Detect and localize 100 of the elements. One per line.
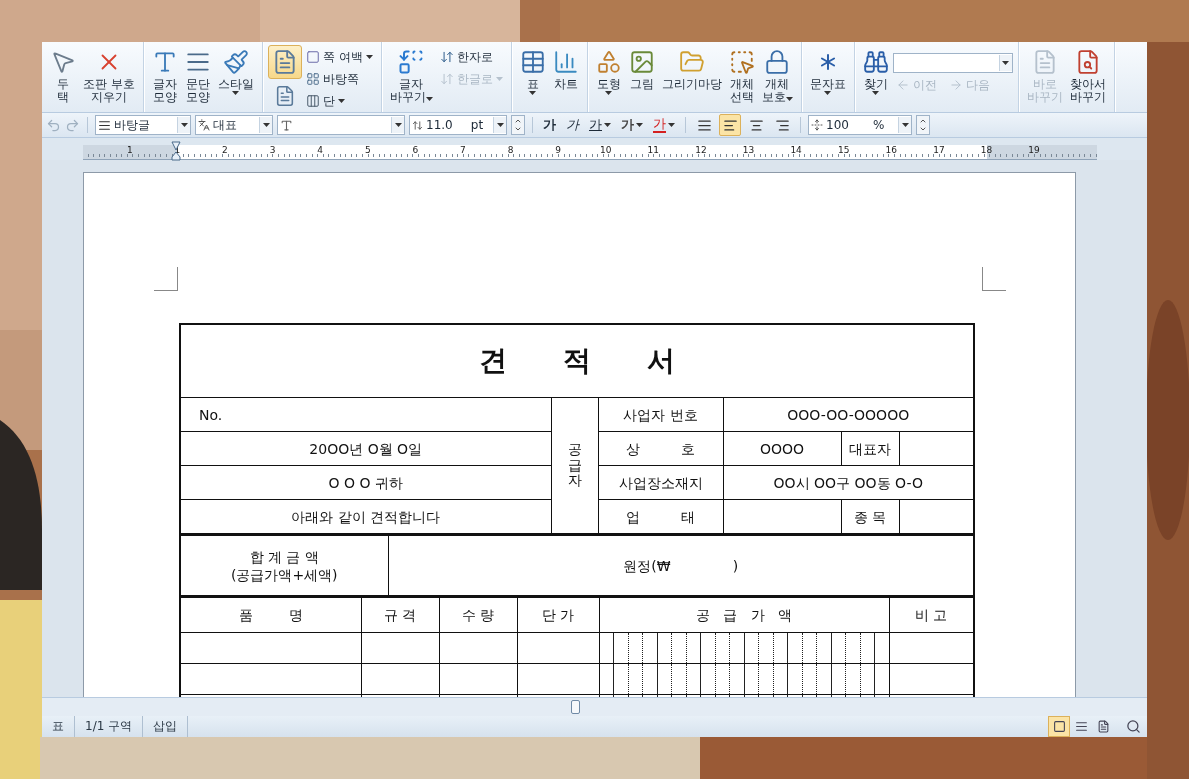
caret-icon <box>496 123 504 127</box>
corner-mark <box>154 267 178 291</box>
folder-icon <box>678 49 705 75</box>
table-cell: 사업자 번호 <box>598 397 723 432</box>
selection-icon <box>728 49 755 75</box>
ruler-number: 7 <box>460 145 466 157</box>
ruler-number: 3 <box>269 145 276 157</box>
ribbon-button[interactable]: 쪽 여백 <box>302 47 376 67</box>
column-header: 규 격 <box>361 597 439 633</box>
align-button[interactable] <box>719 114 741 136</box>
ribbon-button[interactable]: 찾아서 바꾸기 <box>1066 45 1109 105</box>
style-dropdown[interactable]: 바탕글 <box>95 115 191 135</box>
language-dropdown[interactable]: 대표 <box>195 115 273 135</box>
language-icon <box>198 119 210 131</box>
ribbon-button[interactable]: 한자로 <box>436 47 506 67</box>
ribbon-button[interactable]: 문자표 <box>806 45 849 96</box>
cursor-icon <box>50 49 76 75</box>
brush-icon <box>222 49 249 75</box>
ruler-number: 13 <box>742 145 755 157</box>
draft-view-icon <box>1074 720 1088 733</box>
ribbon-button[interactable]: 조판 부호 지우기 <box>80 45 138 105</box>
spinner[interactable] <box>916 115 930 135</box>
align-center-icon <box>748 117 764 133</box>
font-icon <box>280 118 293 132</box>
ruler-number: 1 <box>126 145 133 157</box>
ruler-number: 19 <box>1028 145 1040 157</box>
grid-icon <box>305 72 320 86</box>
ruler-number: 17 <box>933 145 945 157</box>
ribbon-button[interactable]: 글자 바꾸기 <box>386 45 436 105</box>
table-cell: OOOO <box>723 431 841 466</box>
format-button[interactable]: 가 <box>650 115 678 135</box>
columns-icon <box>305 94 320 108</box>
table-icon <box>519 49 546 75</box>
ribbon-button[interactable]: 찾기 <box>859 45 892 96</box>
format-button[interactable]: 가 <box>563 115 582 135</box>
lock-icon <box>764 49 791 75</box>
spinner[interactable] <box>511 115 525 135</box>
view-button[interactable] <box>1048 716 1070 737</box>
ribbon-button[interactable]: 표 <box>516 45 549 96</box>
ribbon-button[interactable]: 스타일 <box>214 45 257 96</box>
down-icon <box>514 125 522 133</box>
size-icon <box>412 119 423 131</box>
align-left-icon <box>722 117 738 133</box>
ruler-number: 10 <box>600 145 612 157</box>
status-item: 1/1 구역 <box>75 716 144 737</box>
swap-icon <box>439 50 454 64</box>
table-cell: No. <box>180 397 551 432</box>
table-cell: 사업장소재지 <box>598 465 723 500</box>
ribbon-button[interactable]: 바탕쪽 <box>302 69 376 89</box>
ruler-number: 2 <box>222 145 228 157</box>
page-layout-button[interactable] <box>267 45 302 79</box>
ribbon-button[interactable]: 단 <box>302 91 376 111</box>
column-header: 비 고 <box>889 597 974 633</box>
status-item: 표 <box>42 716 75 737</box>
ruler-number: 14 <box>790 145 802 157</box>
table-cell: 공급자 <box>551 397 598 534</box>
ribbon-button[interactable]: 차트 <box>549 45 582 92</box>
ribbon-button[interactable]: 도형 <box>592 45 625 96</box>
document-view-icon <box>1096 720 1110 733</box>
column-header: 품 명 <box>180 597 361 633</box>
up-icon <box>919 117 927 125</box>
justify-icon <box>696 117 712 133</box>
ruler-number: 9 <box>555 145 561 157</box>
ruler-number: 11 <box>647 145 660 157</box>
left-arrow-icon <box>895 78 910 92</box>
ruler-number: 6 <box>412 145 419 157</box>
up-icon <box>514 117 522 125</box>
shapes-icon <box>595 49 622 75</box>
caret-icon <box>180 123 188 127</box>
page-view-icon <box>1052 720 1066 733</box>
format-button[interactable]: 가 <box>586 115 614 135</box>
ribbon-button[interactable]: 글자 모양 <box>148 45 181 105</box>
ruler-number: 4 <box>317 145 324 157</box>
ruler-number: 16 <box>885 145 897 157</box>
format-button[interactable]: 가 <box>540 115 559 135</box>
zoom-icon[interactable] <box>1126 719 1141 734</box>
ribbon-button[interactable]: 그리기마당 <box>658 45 725 92</box>
table-cell: 합 계 금 액 (공급가액+세액) <box>180 535 388 596</box>
ribbon-button[interactable]: 그림 <box>625 45 658 92</box>
ruler-number: 5 <box>364 145 371 157</box>
ruler-number: 8 <box>507 145 514 157</box>
format-button[interactable]: 가 <box>618 115 646 135</box>
caret-icon <box>394 123 402 127</box>
document-title: 견 적 서 <box>180 324 974 398</box>
lines-icon <box>98 118 111 132</box>
indent-marker-icon[interactable] <box>171 141 181 161</box>
ruler-number: 18 <box>980 145 993 157</box>
right-arrow-icon <box>948 78 963 92</box>
scroll-thumb[interactable] <box>571 700 580 714</box>
status-item: 삽입 <box>143 716 189 737</box>
font-size-field[interactable]: 11.0 pt <box>409 115 507 135</box>
ribbon-button[interactable]: 개체 보호 <box>758 45 796 105</box>
ribbon-button[interactable]: 두 택 <box>47 45 79 105</box>
frame-icon <box>305 50 320 64</box>
align-right-icon <box>774 117 790 133</box>
binoculars-icon <box>862 49 889 75</box>
ribbon-button[interactable]: 문단 모양 <box>181 45 214 105</box>
ribbon-button[interactable]: 개체 선택 <box>725 45 758 105</box>
column-header: 단 가 <box>517 597 599 633</box>
line-spacing-field[interactable]: 100 % <box>808 115 912 135</box>
